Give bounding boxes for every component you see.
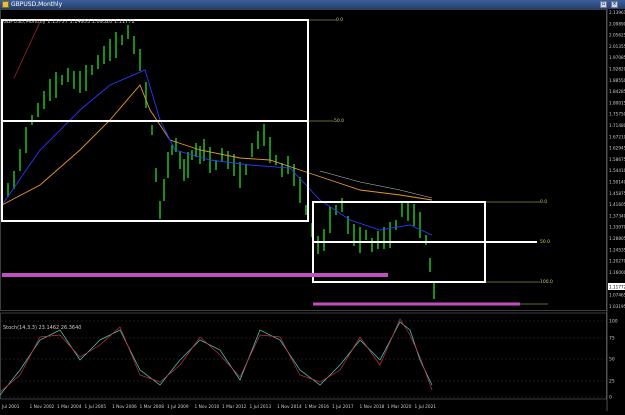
time-axis-label: Jul 2001 [1,404,20,410]
time-axis-label: 1 Jul 2021 [415,404,437,410]
price-tick-label: 1.80015 [609,100,625,105]
price-tick-label: 1.54410 [609,168,625,173]
oscillator-level-label: 75 [609,336,615,342]
oscillator-panel-frame [0,312,607,400]
fib-level-label: 50.0 [334,118,344,124]
time-axis-label: 1 Mar 2008 [140,404,165,410]
current-price-label: 1.11772 [609,285,625,290]
ma-blue-line [1,69,433,236]
fib-level-label: 100.0 [540,279,553,285]
time-axis-label: 1 Nov 2010 [195,404,220,410]
ma-dotted-line [319,170,433,199]
window-title: GBPUSD,Monthly [11,1,63,8]
price-tick-label: 1.67210 [609,134,625,139]
price-tick-label: 1.07465 [609,293,625,298]
restore-button[interactable]: ▫ [600,1,607,8]
price-tick-label: 1.58675 [609,157,625,162]
price-tick-label: 2.05625 [609,33,625,38]
time-axis-label: 1 Mar 2012 [222,404,247,410]
fib-level-label: 50.0 [540,239,550,245]
price-tick-label: 1.50140 [609,180,625,185]
time-axis-label: 1 Nov 2002 [30,404,55,410]
oscillator-label: Stoch(14,3,3) 23.1462 26.3640 [3,325,82,331]
price-tick-label: 1.28805 [609,236,625,241]
oscillator-level-label: 50 [609,357,615,363]
price-tick-label: 1.84285 [609,89,625,94]
fib-box-upper [1,19,309,122]
window-titlebar: GBPUSD,Monthly ▫ × [0,0,625,9]
oscillator-level-label: 25 [609,379,615,385]
stoch-main-line [0,321,433,396]
price-tick-label: 1.62945 [609,146,625,151]
price-tick-label: 1.20270 [609,259,625,264]
price-tick-label: 2.09890 [609,21,625,26]
price-tick-label: 1.97085 [609,55,625,60]
fib-box-lower [1,120,309,222]
chart-canvas[interactable]: 2.13961 2.09890 2.05625 2.01355 1.97085 1.928… [0,9,625,411]
price-tick-label: 1.92820 [609,67,625,72]
time-axis-label: 1 Mar 2016 [305,404,330,410]
price-tick-label: 1.33070 [609,225,625,230]
time-axis-label: 1 Jul 2009 [167,404,189,410]
oscillator-level-label: 0 [609,395,612,401]
price-tick-label: 1.45875 [609,191,625,196]
chart-area[interactable]: 2.13961 2.09890 2.05625 2.01355 1.97085 1.928… [0,9,625,411]
trend-line [13,21,41,79]
main-panel-frame [0,9,607,311]
price-tick-label: 1.41605 [609,202,625,207]
fib-box-right-upper [312,201,486,243]
fib-level-label: 0.0 [540,199,547,205]
price-tick-label: 2.13961 [609,10,625,15]
price-tick-label: 1.71480 [609,123,625,128]
price-tick-label: 1.88550 [609,78,625,83]
time-axis-label: 1 Nov 2014 [277,404,302,410]
close-button[interactable]: × [611,1,618,8]
time-axis-label: 1 Nov 2018 [360,404,385,410]
price-tick-label: 1.03195 [609,304,625,309]
price-tick-label: 2.01355 [609,44,625,49]
chart-window-icon [2,1,9,8]
time-axis-label: 1 Mar 2020 [387,404,412,410]
time-axis-label: 1 Nov 2006 [112,404,137,410]
time-axis-label: 1 Jul 2005 [85,404,107,410]
fib-level-label: 0.0 [336,17,343,23]
price-tick-label: 1.16000 [609,270,625,275]
ma-orange-line [1,84,433,206]
time-axis-label: 1 Jul 2013 [250,404,272,410]
symbol-info: GBPUSD,Monthly 1.15757 1.14953 1.09320 1… [3,19,135,25]
time-axis-label: 1 Jul 2017 [332,404,354,410]
price-tick-label: 1.75750 [609,112,625,117]
oscillator-level-label: 100 [609,319,618,325]
price-tick-label: 1.24535 [609,247,625,252]
price-tick-label: 1.37340 [609,213,625,218]
time-axis-label: 1 Mar 2004 [57,404,82,410]
